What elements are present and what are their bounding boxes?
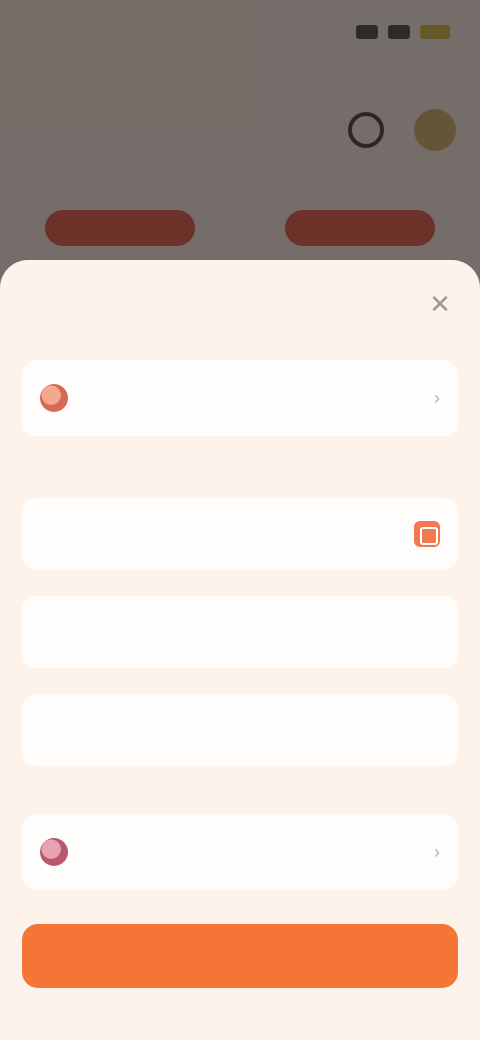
- amount-input[interactable]: [40, 621, 440, 643]
- close-icon[interactable]: ✕: [422, 286, 458, 322]
- note-input[interactable]: [40, 719, 440, 741]
- chevron-right-icon: ›: [434, 841, 440, 862]
- amount-field[interactable]: [22, 596, 458, 668]
- note-field[interactable]: [22, 694, 458, 766]
- to-asset-selector[interactable]: ›: [22, 814, 458, 890]
- bottom-sheet: ✕ › ›: [0, 260, 480, 1040]
- sheet-header: ✕: [0, 260, 480, 346]
- scan-icon[interactable]: [414, 521, 440, 547]
- submit-button[interactable]: [22, 924, 458, 988]
- coin-icon: [40, 838, 68, 866]
- from-asset-selector[interactable]: ›: [22, 360, 458, 436]
- recipient-input[interactable]: [40, 523, 404, 545]
- recipient-field[interactable]: [22, 498, 458, 570]
- coin-icon: [40, 384, 68, 412]
- chevron-right-icon: ›: [434, 387, 440, 408]
